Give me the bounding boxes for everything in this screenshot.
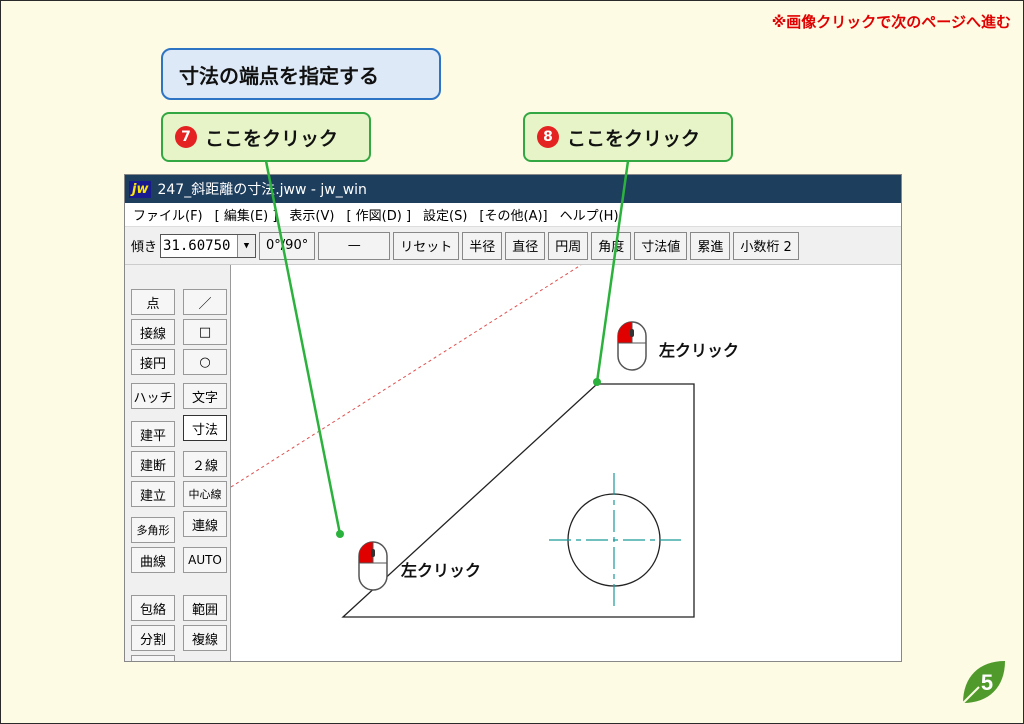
window-titlebar: jw 247_斜距離の寸法.jww - jw_win (125, 175, 901, 203)
tool-connect-line[interactable]: 連線 (183, 511, 227, 537)
diameter-button[interactable]: 直径 (505, 231, 546, 260)
menu-draw[interactable]: [ 作図(D) ] (346, 205, 411, 224)
tool-tangent-line[interactable]: 接線 (131, 319, 175, 345)
mouse-left-click-icon (617, 321, 647, 371)
left-click-label: 左クリック (401, 561, 482, 580)
chevron-down-icon[interactable]: ▼ (237, 234, 256, 257)
jw-logo-icon: jw (129, 180, 152, 198)
angle-select[interactable]: 31.60750 ▼ (160, 233, 257, 258)
tool-auto[interactable]: AUTO (183, 547, 227, 573)
tool-rectangle[interactable]: □ (183, 319, 227, 345)
decimal-places-button[interactable]: 小数桁 2 (733, 231, 799, 260)
menu-help[interactable]: ヘルプ(H) (560, 205, 619, 224)
tool-center-line[interactable]: 中心線 (183, 481, 227, 507)
tool-line[interactable]: ／ (183, 289, 227, 315)
tool-arch-section[interactable]: 建断 (131, 451, 175, 477)
menu-file[interactable]: ファイル(F) (133, 205, 203, 224)
callout-step-7: 7 ここをクリック (161, 112, 371, 162)
callout-text: ここをクリック (567, 127, 701, 150)
mouse-left-click-icon (358, 541, 388, 591)
guide-dashed-line (230, 264, 582, 488)
step-number-badge: 8 (537, 126, 559, 148)
tool-circle[interactable]: ○ (183, 349, 227, 375)
tool-dimension-active[interactable]: 寸法 (183, 415, 227, 441)
page-number-leaf-icon: 5 (962, 661, 1005, 704)
tool-organize[interactable]: 整理 (131, 655, 175, 661)
tool-copy-line[interactable]: 複線 (183, 625, 227, 651)
callout-text: ここをクリック (205, 127, 339, 150)
tool-divide[interactable]: 分割 (131, 625, 175, 651)
angle-toggle-button[interactable]: 0°/90° (259, 231, 316, 260)
tool-text[interactable]: 文字 (183, 383, 227, 409)
angle-value: 31.60750 (163, 237, 231, 254)
tool-polygon[interactable]: 多角形 (131, 517, 175, 543)
dimension-value-button[interactable]: 寸法値 (634, 231, 688, 260)
menu-bar: ファイル(F) [ 編集(E) ] 表示(V) [ 作図(D) ] 設定(S) … (125, 203, 901, 227)
jw-win-window: jw 247_斜距離の寸法.jww - jw_win ファイル(F) [ 編集(… (124, 174, 902, 662)
cumulative-button[interactable]: 累進 (690, 231, 731, 260)
window-title: 247_斜距離の寸法.jww - jw_win (157, 182, 367, 198)
drawing-canvas[interactable] (230, 264, 901, 661)
callout-step-8: 8 ここをクリック (523, 112, 733, 162)
left-click-label: 左クリック (659, 341, 740, 360)
tool-range[interactable]: 範囲 (183, 595, 227, 621)
angle-button[interactable]: 角度 (591, 231, 632, 260)
page-number: 5 (981, 670, 993, 695)
circumference-button[interactable]: 円周 (548, 231, 589, 260)
menu-view[interactable]: 表示(V) (289, 205, 334, 224)
tool-arch-plan[interactable]: 建平 (131, 421, 175, 447)
tool-palette: 点 接線 接円 ハッチ 建平 建断 建立 多角形 曲線 包絡 分割 整理 ／ □… (125, 265, 231, 661)
menu-settings[interactable]: 設定(S) (423, 205, 467, 224)
reset-button[interactable]: リセット (393, 231, 460, 260)
tool-envelope[interactable]: 包絡 (131, 595, 175, 621)
tool-point[interactable]: 点 (131, 289, 175, 315)
tool-arch-elevation[interactable]: 建立 (131, 481, 175, 507)
drawing-svg (230, 264, 695, 618)
menu-edit[interactable]: [ 編集(E) ] (215, 205, 278, 224)
menu-other[interactable]: [その他(A)] (479, 205, 547, 224)
next-page-notice[interactable]: ※画像クリックで次のページへ進む (772, 11, 1011, 32)
tool-double-line[interactable]: ２線 (183, 451, 227, 477)
step-title: 寸法の端点を指定する (161, 48, 441, 100)
tool-hatch[interactable]: ハッチ (131, 383, 175, 409)
shape-outline (341, 383, 695, 618)
dash-button[interactable]: — (318, 231, 391, 260)
step-number-badge: 7 (175, 126, 197, 148)
angle-label: 傾き (131, 240, 158, 255)
tool-tangent-circle[interactable]: 接円 (131, 349, 175, 375)
tool-curve[interactable]: 曲線 (131, 547, 175, 573)
dimension-toolbar: 傾き 31.60750 ▼ 0°/90° — リセット 半径 直径 円周 角度 … (125, 227, 901, 265)
radius-button[interactable]: 半径 (462, 231, 503, 260)
